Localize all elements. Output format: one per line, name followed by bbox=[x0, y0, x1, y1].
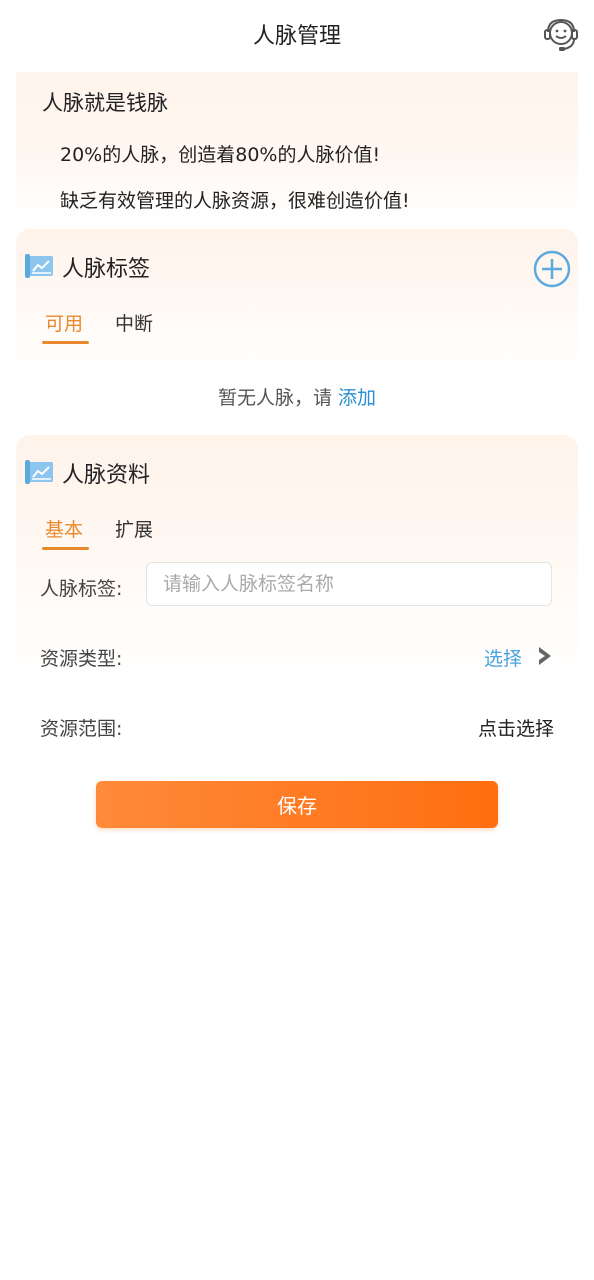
tag-name-input[interactable] bbox=[146, 562, 552, 606]
info-section-title: 人脉资料 bbox=[62, 463, 151, 488]
save-button[interactable]: 保存 bbox=[96, 781, 498, 828]
add-contact-link[interactable]: 添加 bbox=[338, 387, 376, 409]
active-tab-indicator bbox=[42, 547, 89, 550]
header-bar: 人脉管理 bbox=[0, 0, 594, 70]
info-section: 人脉资料 基本 扩展 人脉标签: 资源类型: 选择 资源范围: 点击选择 bbox=[16, 435, 578, 765]
resource-range-label: 资源范围: bbox=[40, 718, 123, 740]
active-tab-indicator bbox=[42, 341, 89, 344]
intro-line-1: 20%的人脉，创造着80%的人脉价值! bbox=[60, 144, 381, 166]
tags-section: 人脉标签 可用 中断 暂无人脉，请 添加 bbox=[16, 229, 578, 419]
tags-section-title: 人脉标签 bbox=[62, 257, 151, 282]
plus-circle-icon[interactable] bbox=[532, 249, 572, 289]
chart-board-icon bbox=[25, 254, 53, 278]
resource-type-select[interactable]: 选择 bbox=[484, 644, 522, 671]
tab-basic[interactable]: 基本 bbox=[45, 515, 83, 542]
intro-line-2: 缺乏有效管理的人脉资源，很难创造价值! bbox=[60, 190, 410, 212]
resource-range-select[interactable]: 点击选择 bbox=[478, 714, 554, 741]
intro-banner: 人脉就是钱脉 20%的人脉，创造着80%的人脉价值! 缺乏有效管理的人脉资源，很… bbox=[16, 72, 578, 220]
empty-state: 暂无人脉，请 添加 bbox=[16, 383, 578, 410]
tag-name-label: 人脉标签: bbox=[40, 578, 123, 600]
tab-interrupted[interactable]: 中断 bbox=[115, 309, 153, 336]
tab-available[interactable]: 可用 bbox=[45, 309, 83, 336]
page: 人脉管理 人脉就是钱脉 20%的人脉，创造着80%的人脉价值! 缺乏有效管理的人… bbox=[0, 0, 594, 1280]
customer-service-headset-icon[interactable] bbox=[542, 16, 580, 54]
tab-extended[interactable]: 扩展 bbox=[115, 515, 153, 542]
intro-title: 人脉就是钱脉 bbox=[42, 91, 168, 115]
empty-state-text: 暂无人脉，请 bbox=[217, 387, 332, 409]
chart-board-icon bbox=[25, 460, 53, 484]
page-title: 人脉管理 bbox=[252, 24, 341, 49]
resource-type-label: 资源类型: bbox=[40, 648, 123, 670]
chevron-right-icon[interactable] bbox=[536, 645, 554, 667]
